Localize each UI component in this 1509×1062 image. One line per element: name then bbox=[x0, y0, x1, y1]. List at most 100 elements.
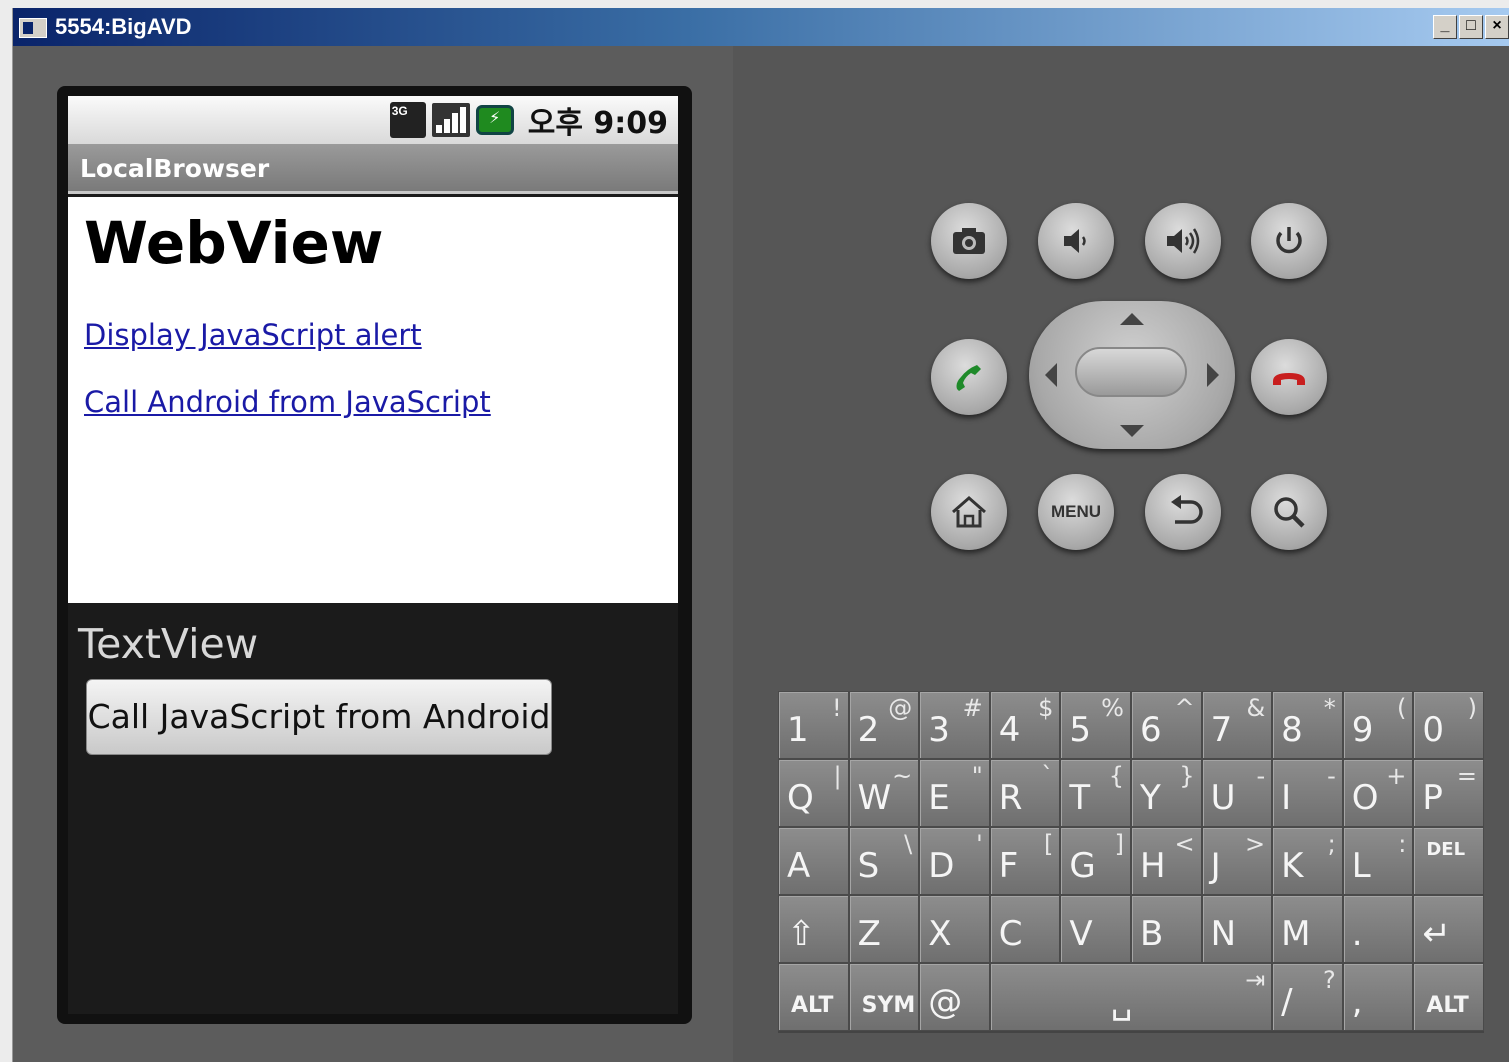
key-k[interactable]: K; bbox=[1272, 827, 1343, 895]
key-c[interactable]: C bbox=[989, 895, 1061, 963]
key-alt-label: & bbox=[1246, 694, 1266, 722]
key-p[interactable]: P = bbox=[1413, 759, 1484, 827]
key-label: 3 bbox=[928, 710, 950, 750]
key-label: H bbox=[1139, 846, 1166, 886]
alt-key-right[interactable]: ALT bbox=[1413, 963, 1484, 1031]
app-title-bar: LocalBrowser bbox=[68, 144, 678, 194]
alt-key-left[interactable]: ALT bbox=[778, 963, 849, 1031]
sym-key[interactable]: SYM bbox=[848, 963, 920, 1031]
key-r[interactable]: R ` bbox=[989, 759, 1061, 827]
volume-up-button[interactable] bbox=[1145, 203, 1221, 279]
shift-key[interactable]: ⇧ bbox=[778, 895, 849, 963]
dpad-right-icon[interactable] bbox=[1207, 363, 1219, 387]
key-alt-label: ) bbox=[1467, 694, 1477, 722]
key-w[interactable]: W ~ bbox=[848, 759, 920, 827]
key-label: F bbox=[998, 846, 1019, 886]
call-button[interactable] bbox=[931, 339, 1007, 415]
camera-button[interactable] bbox=[931, 203, 1007, 279]
key-label: B bbox=[1139, 914, 1164, 954]
webview[interactable]: WebView Display JavaScript alert Call An… bbox=[68, 197, 678, 603]
key-q[interactable]: Q | bbox=[778, 759, 849, 827]
key-alt-label: | bbox=[833, 762, 842, 790]
signal-strength-icon bbox=[431, 103, 470, 137]
key-label: A bbox=[787, 846, 811, 886]
close-button[interactable]: × bbox=[1485, 15, 1509, 39]
key-t[interactable]: T{ bbox=[1060, 759, 1131, 827]
title-bar[interactable]: 5554:BigAVD _ □ × bbox=[13, 8, 1509, 46]
key-o[interactable]: O + bbox=[1342, 759, 1414, 827]
slash-key[interactable]: /? bbox=[1272, 963, 1343, 1031]
power-icon bbox=[1276, 227, 1302, 254]
dpad-left-icon[interactable] bbox=[1045, 363, 1057, 387]
key-x[interactable]: X bbox=[919, 895, 990, 963]
enter-icon: ↵ bbox=[1422, 914, 1451, 954]
key-e[interactable]: E " bbox=[919, 759, 990, 827]
key-period[interactable]: . bbox=[1342, 895, 1414, 963]
key-i[interactable]: I- bbox=[1272, 759, 1343, 827]
minimize-button[interactable]: _ bbox=[1433, 15, 1457, 39]
key-h[interactable]: H < bbox=[1130, 827, 1202, 895]
key-label: J bbox=[1210, 846, 1221, 886]
key-0[interactable]: 0) bbox=[1413, 691, 1484, 759]
key-z[interactable]: Z bbox=[848, 895, 920, 963]
at-key[interactable]: @ bbox=[919, 963, 990, 1031]
key-3[interactable]: 3 # bbox=[919, 691, 990, 759]
delete-key[interactable]: DEL bbox=[1413, 827, 1484, 895]
key-8[interactable]: 8 * bbox=[1272, 691, 1343, 759]
link-display-js-alert[interactable]: Display JavaScript alert bbox=[84, 318, 422, 352]
key-label: 8 bbox=[1281, 710, 1303, 750]
volume-down-button[interactable] bbox=[1038, 203, 1114, 279]
call-js-from-android-button[interactable]: Call JavaScript from Android bbox=[86, 679, 552, 755]
space-key[interactable]: ␣ ⇥ bbox=[989, 963, 1273, 1031]
link-call-android-from-js[interactable]: Call Android from JavaScript bbox=[84, 385, 491, 419]
key-5[interactable]: 5% bbox=[1060, 691, 1131, 759]
key-alt-label: - bbox=[1327, 762, 1336, 790]
key-f[interactable]: F[ bbox=[989, 827, 1061, 895]
key-g[interactable]: G] bbox=[1060, 827, 1131, 895]
key-label: . bbox=[1351, 914, 1363, 954]
key-u[interactable]: U- bbox=[1201, 759, 1273, 827]
key-a[interactable]: A bbox=[778, 827, 849, 895]
key-alt-label: % bbox=[1101, 694, 1124, 722]
menu-button[interactable]: MENU bbox=[1038, 474, 1114, 550]
key-y[interactable]: Y} bbox=[1130, 759, 1202, 827]
key-6[interactable]: 6 ^ bbox=[1130, 691, 1202, 759]
key-1[interactable]: 1! bbox=[778, 691, 849, 759]
key-s[interactable]: S \ bbox=[848, 827, 920, 895]
key-l[interactable]: L: bbox=[1342, 827, 1414, 895]
key-n[interactable]: N bbox=[1201, 895, 1273, 963]
key-label: Q bbox=[787, 778, 814, 818]
window-title: 5554:BigAVD bbox=[55, 14, 192, 39]
status-bar: 3G ⚡ 오후 9:09 bbox=[68, 96, 678, 144]
end-call-button[interactable] bbox=[1251, 339, 1327, 415]
maximize-button[interactable]: □ bbox=[1459, 15, 1483, 39]
dpad-center-button[interactable] bbox=[1075, 347, 1187, 397]
key-d[interactable]: D ' bbox=[919, 827, 990, 895]
home-button[interactable] bbox=[931, 474, 1007, 550]
key-label: K bbox=[1281, 846, 1304, 886]
comma-key[interactable]: , bbox=[1342, 963, 1414, 1031]
back-button[interactable] bbox=[1145, 474, 1221, 550]
key-4[interactable]: 4 $ bbox=[989, 691, 1061, 759]
key-label: @ bbox=[928, 982, 963, 1022]
key-7[interactable]: 7 & bbox=[1201, 691, 1273, 759]
power-button[interactable] bbox=[1251, 203, 1327, 279]
key-9[interactable]: 9( bbox=[1342, 691, 1414, 759]
dpad-down-icon[interactable] bbox=[1120, 425, 1144, 437]
hardware-controls-pane: MENU 1! 2 @3 #4 $5% 6 ^ 7 & 8 * 9(0) Q | W ~ E " R ` T{Y} U -… bbox=[733, 46, 1509, 1062]
search-button[interactable] bbox=[1251, 474, 1327, 550]
key-2[interactable]: 2 @ bbox=[848, 691, 920, 759]
key-alt-label: ~ bbox=[892, 762, 913, 790]
key-alt-label: : bbox=[1398, 830, 1407, 858]
key-label: V bbox=[1069, 914, 1093, 954]
key-label: T bbox=[1069, 778, 1091, 818]
dpad[interactable] bbox=[1029, 301, 1235, 449]
key-m[interactable]: M bbox=[1272, 895, 1343, 963]
key-v[interactable]: V bbox=[1060, 895, 1131, 963]
key-b[interactable]: B bbox=[1130, 895, 1202, 963]
key-label: W bbox=[857, 778, 892, 818]
enter-key[interactable]: ↵ bbox=[1413, 895, 1484, 963]
phone-screen[interactable]: 3G ⚡ 오후 9:09 LocalBrowser WebView Displa… bbox=[68, 96, 678, 1014]
dpad-up-icon[interactable] bbox=[1120, 313, 1144, 325]
key-j[interactable]: J > bbox=[1201, 827, 1273, 895]
